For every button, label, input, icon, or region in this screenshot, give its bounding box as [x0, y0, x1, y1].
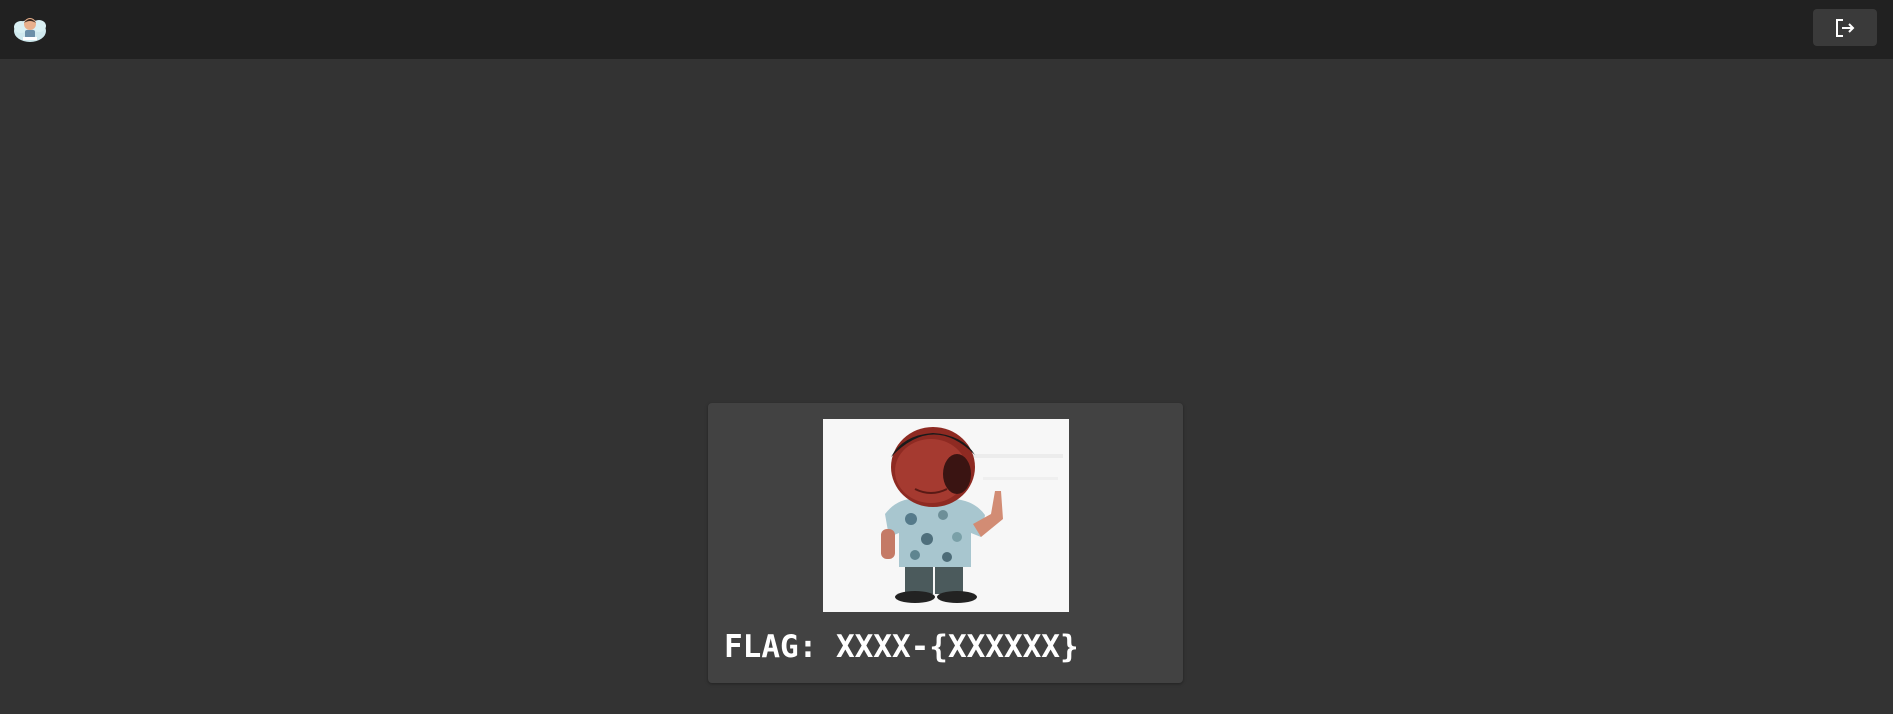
top-app-bar	[0, 0, 1893, 59]
avatar-logo-icon[interactable]	[12, 12, 48, 44]
flag-card: FLAG: XXXX-{XXXXXX}	[708, 403, 1183, 683]
logout-icon	[1836, 18, 1855, 37]
flag-label: FLAG: XXXX-{XXXXXX}	[724, 629, 1079, 665]
card-image	[823, 419, 1069, 612]
logout-button[interactable]	[1813, 9, 1877, 46]
